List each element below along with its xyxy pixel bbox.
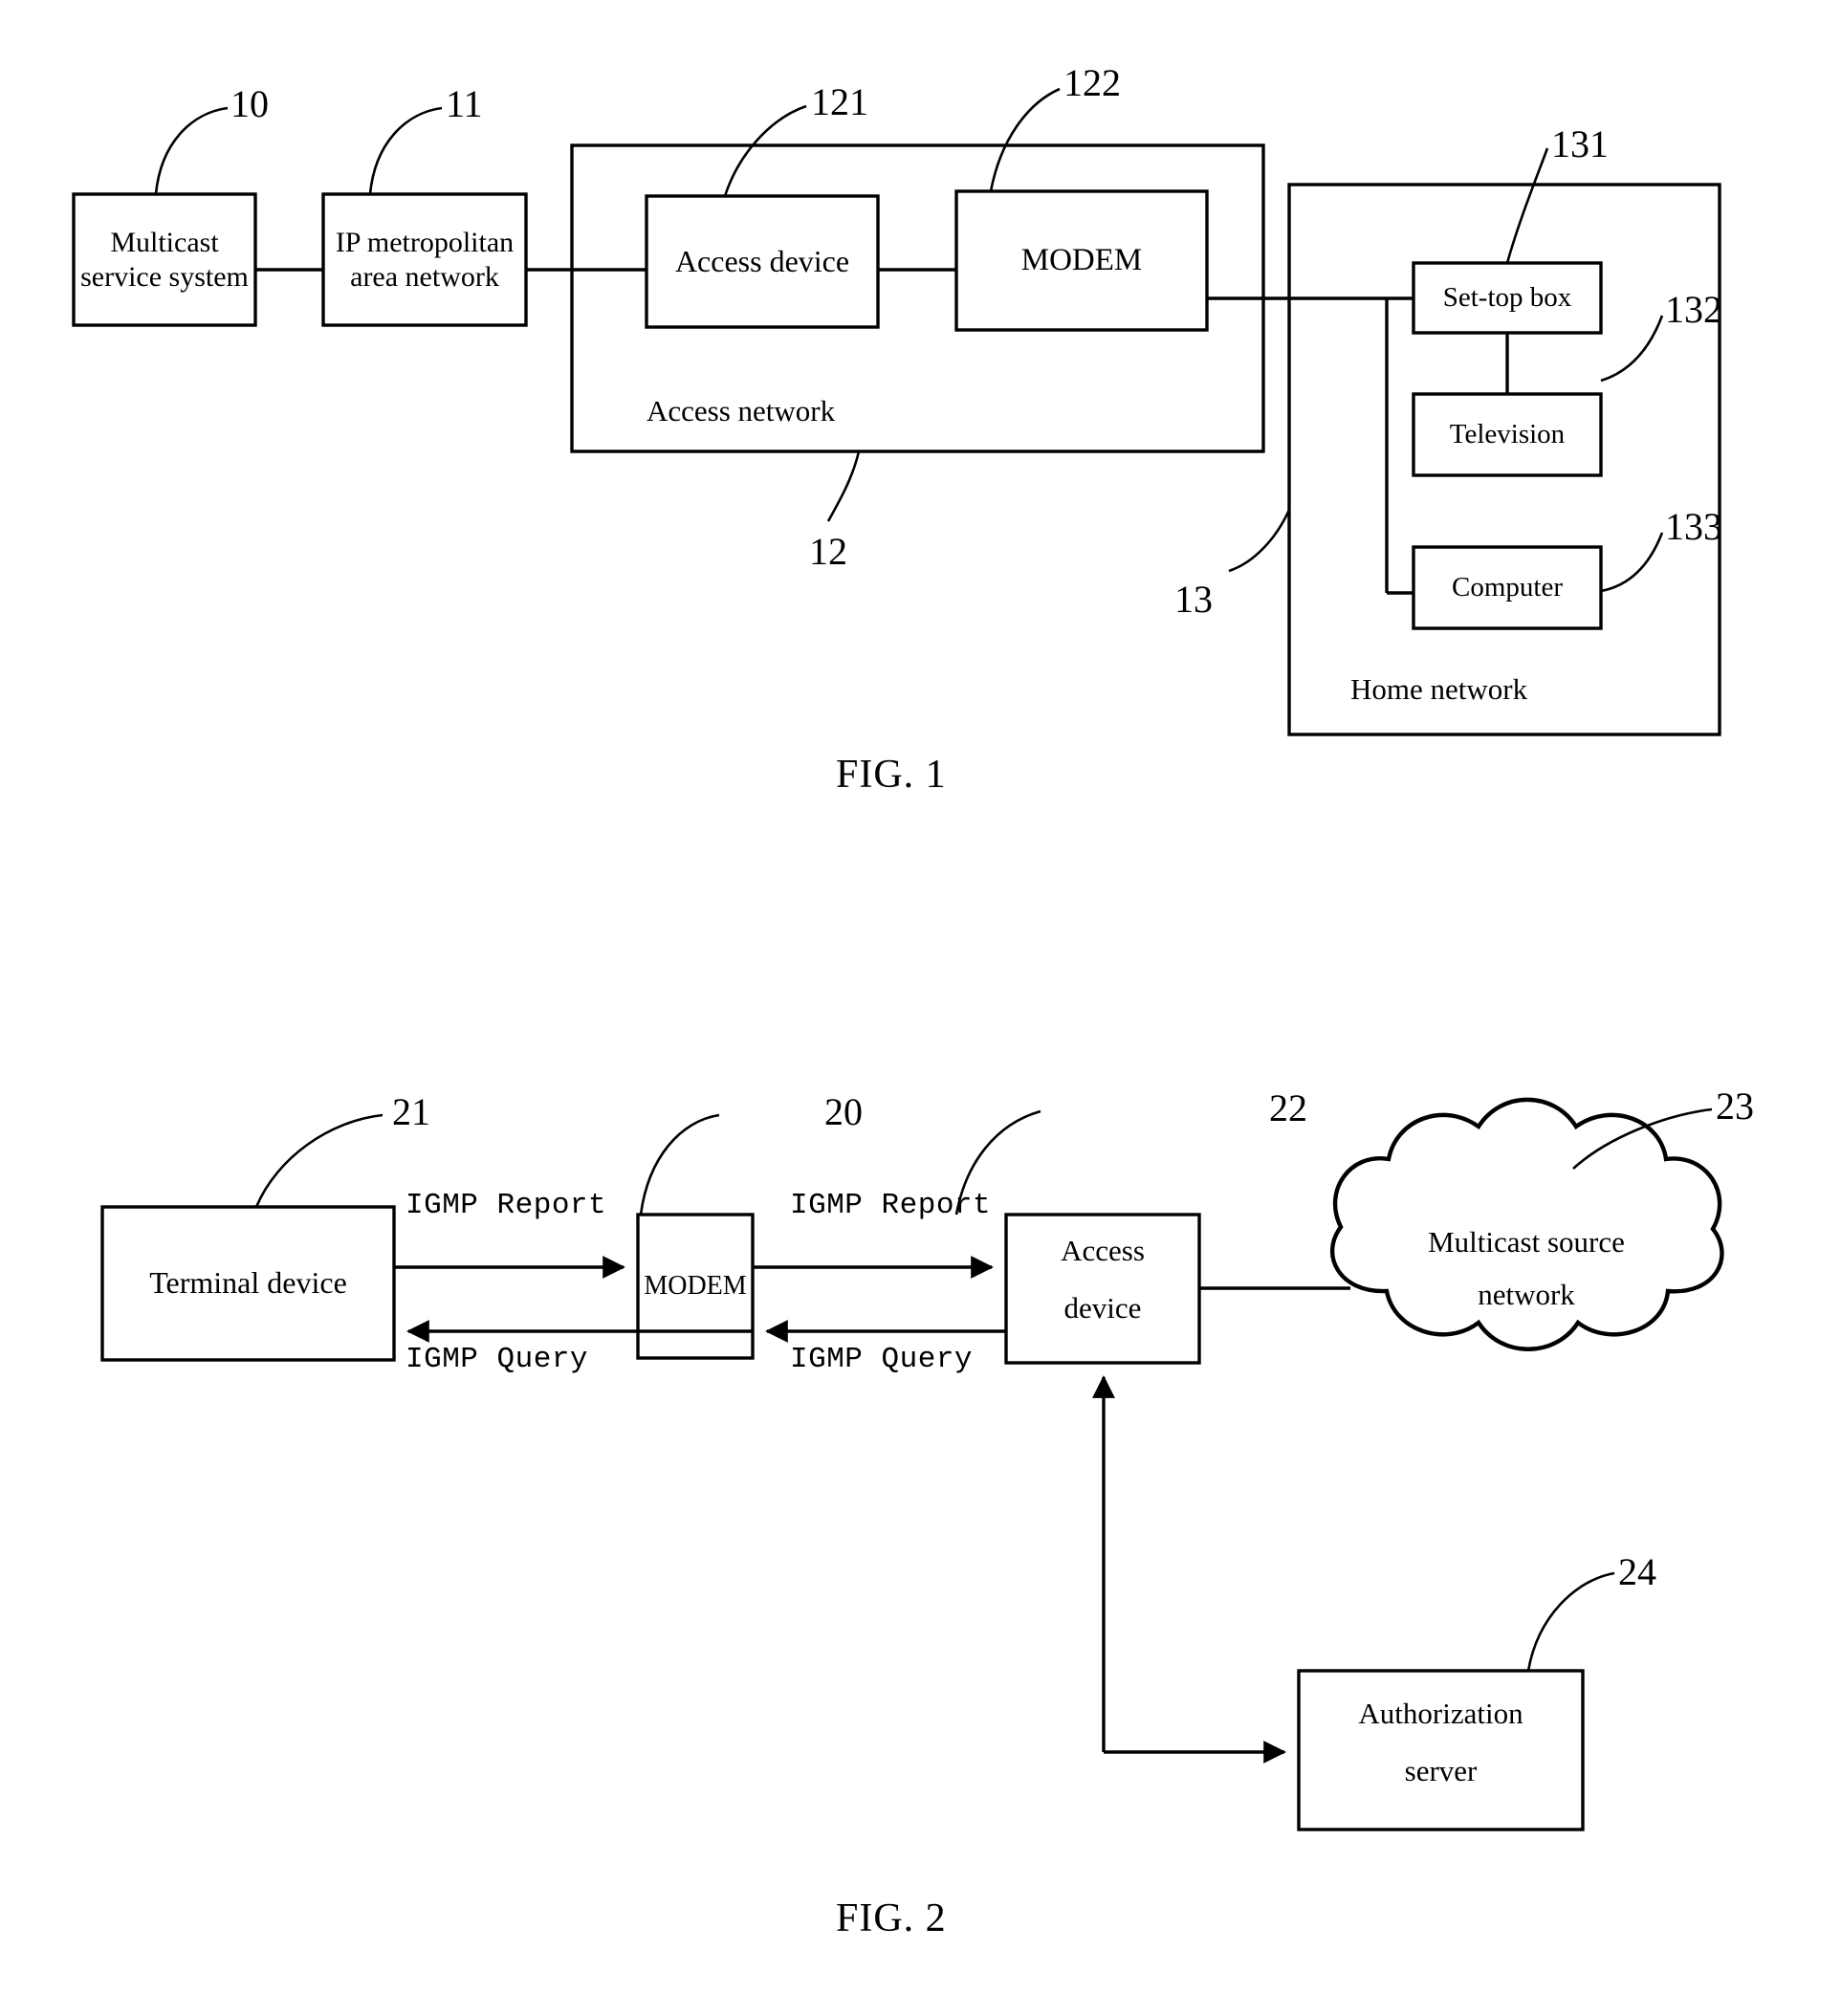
ref-20: 20 xyxy=(824,1090,863,1133)
lead-21 xyxy=(254,1113,384,1208)
label-igmp-query-left: IGMP Query xyxy=(405,1343,589,1376)
ref-132: 132 xyxy=(1665,288,1722,331)
ref-23: 23 xyxy=(1716,1085,1754,1128)
box-modem-fig2 xyxy=(636,1213,755,1360)
ref-133: 133 xyxy=(1665,505,1722,548)
ref-13: 13 xyxy=(1174,578,1213,621)
lead-121 xyxy=(723,104,807,197)
label-igmp-report-right: IGMP Report xyxy=(790,1189,992,1222)
lead-12 xyxy=(826,450,861,522)
ref-121: 121 xyxy=(811,80,868,123)
patent-figure-sheet: Multicast service system IP metropolitan… xyxy=(0,0,1841,2016)
caption-fig-2: FIG. 2 xyxy=(836,1896,947,1940)
lead-10 xyxy=(154,106,229,195)
box-home-network-group xyxy=(1287,183,1721,736)
box-television xyxy=(1412,392,1603,477)
box-terminal-device xyxy=(100,1205,396,1362)
box-set-top-box xyxy=(1412,261,1603,335)
ref-12: 12 xyxy=(809,530,847,573)
box-multicast-service-system xyxy=(72,192,257,327)
ref-131: 131 xyxy=(1551,122,1609,165)
lead-131 xyxy=(1505,147,1549,264)
box-access-device xyxy=(645,194,880,329)
box-access-device-fig2 xyxy=(1004,1213,1201,1365)
lead-133 xyxy=(1600,532,1664,593)
ref-11: 11 xyxy=(446,82,483,125)
box-authorization-server xyxy=(1297,1669,1585,1831)
caption-fig-1: FIG. 1 xyxy=(836,753,947,797)
lead-122 xyxy=(989,87,1061,192)
lead-20 xyxy=(639,1113,720,1216)
lead-13 xyxy=(1228,509,1291,573)
ref-24: 24 xyxy=(1618,1550,1656,1593)
diagram-linework xyxy=(72,87,1724,1831)
label-multicast-source-network-line1: Multicast source xyxy=(1428,1225,1625,1259)
ref-10: 10 xyxy=(230,82,269,125)
lead-132 xyxy=(1600,315,1664,383)
label-igmp-query-right: IGMP Query xyxy=(790,1343,974,1376)
label-igmp-report-left: IGMP Report xyxy=(405,1189,607,1222)
ref-122: 122 xyxy=(1063,61,1121,104)
lead-11 xyxy=(368,106,443,195)
label-multicast-source-network-line2: network xyxy=(1478,1278,1575,1311)
box-computer xyxy=(1412,545,1603,630)
label-access-network-zone: Access network xyxy=(647,394,836,427)
ref-21: 21 xyxy=(392,1090,430,1133)
label-home-network-zone: Home network xyxy=(1350,672,1528,706)
ref-22: 22 xyxy=(1269,1086,1307,1129)
box-ip-metropolitan-area-network xyxy=(321,192,528,327)
lead-24 xyxy=(1526,1571,1615,1672)
box-modem xyxy=(954,189,1209,332)
